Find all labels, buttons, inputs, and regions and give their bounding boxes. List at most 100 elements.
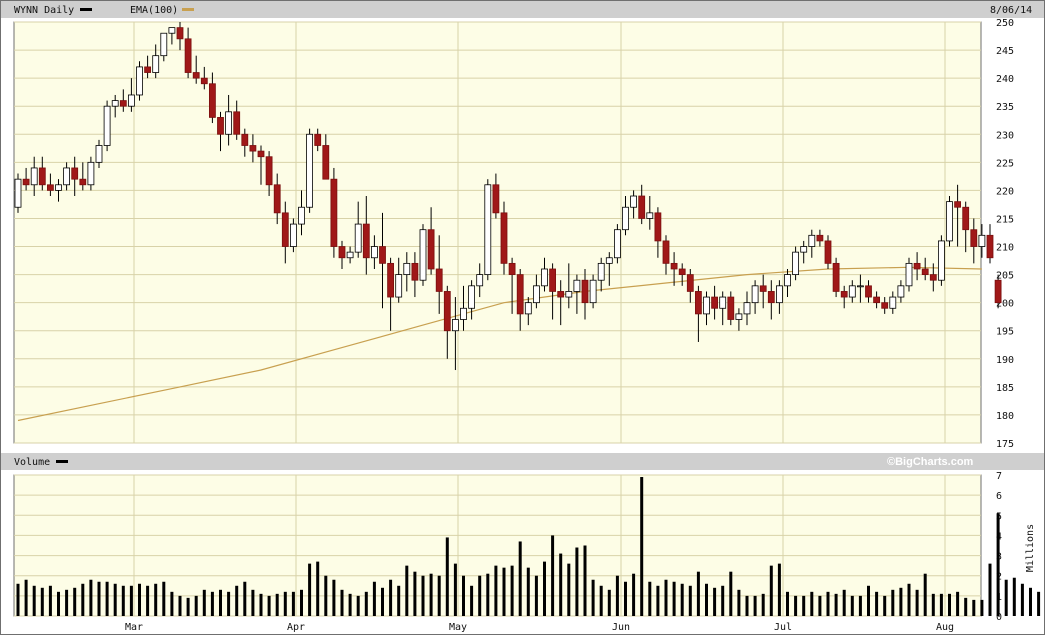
candle-body-down [760,286,766,292]
candle-body-down [363,224,369,258]
candle-body-up [525,303,531,314]
chart-canvas: WYNN Daily EMA(100) 8/06/14 175180185190… [0,0,1045,635]
candle-body-down [866,286,872,297]
candle-body-up [938,241,944,280]
volume-bar [697,572,700,616]
volume-bar [648,582,651,616]
volume-bar [527,568,530,616]
volume-bar [446,537,449,616]
volume-bar [656,586,659,616]
candle-body-down [687,275,693,292]
volume-bar [737,590,740,616]
price-tick-label: 225 [996,158,1014,169]
volume-bar [65,590,68,616]
candle-body-down [250,145,256,151]
volume-bar [956,592,959,616]
volume-bar [106,582,109,616]
candle-body-down [242,134,248,145]
volume-bar [519,541,522,616]
volume-bar [478,576,481,616]
volume-bar [324,576,327,616]
candle-body-up [88,162,94,184]
volume-bar [486,574,489,616]
candle-body-down [177,28,183,39]
candle-body-down [388,263,394,297]
volume-bar [430,574,433,616]
candle-body-up [96,145,102,162]
volume-bar [875,592,878,616]
x-tick-label: Jul [774,622,792,633]
candle [947,196,953,247]
candle-body-up [307,134,313,207]
volume-bar [713,588,716,616]
volume-bar [494,566,497,616]
x-tick-label: Jun [612,622,630,633]
volume-bar [567,564,570,616]
volume-bar [114,584,117,616]
volume-bar [964,598,967,616]
volume-bar [729,572,732,616]
volume-bar [575,548,578,616]
candle-body-down [339,247,345,258]
volume-bar [810,592,813,616]
price-tick-label: 195 [996,327,1014,338]
candle-body-up [590,280,596,302]
candle-body-down [930,275,936,281]
candle-body-up [720,297,726,308]
chart-date-label: 8/06/14 [990,5,1032,16]
candle-body-down [412,263,418,280]
volume-bar [543,562,546,616]
candle-body-up [15,179,21,207]
symbol-label: WYNN Daily [14,5,74,16]
volume-bar [462,576,465,616]
volume-bar [357,596,360,616]
volume-bar [454,564,457,616]
candle-body-down [193,73,199,79]
volume-bar [130,586,133,616]
volume-bar [916,590,919,616]
volume-bar [616,576,619,616]
candle-body-down [922,269,928,275]
candle-body-up [533,286,539,303]
candle [331,168,337,258]
candle-body-up [128,95,134,106]
candle-body-down [331,179,337,246]
candle-body-down [655,213,661,241]
volume-bar [624,582,627,616]
volume-bar [818,596,821,616]
candle-body-up [169,28,175,34]
candle-body-up [906,263,912,285]
candle-body-up [104,106,110,145]
stock-chart: WYNN Daily EMA(100) 8/06/14 175180185190… [0,0,1045,635]
candle-body-down [712,297,718,308]
candle-body-up [647,213,653,219]
volume-bar [195,596,198,616]
ema-legend-swatch [182,8,194,11]
candle-body-up [809,235,815,246]
candle-body-down [509,263,515,274]
candle-body-up [785,275,791,286]
volume-bar [592,580,595,616]
volume-bar [470,586,473,616]
candle-body-down [995,280,1001,302]
candle-body-down [501,213,507,264]
price-tick-label: 240 [996,74,1014,85]
volume-bar [154,584,157,616]
volume-bar [300,590,303,616]
candle-body-down [768,291,774,302]
volume-bar [535,576,538,616]
candle-body-up [420,230,426,281]
candle-body-down [558,291,564,297]
x-tick-label: Apr [287,622,305,633]
volume-bar [33,586,36,616]
volume-bar [138,584,141,616]
candle-body-down [185,39,191,73]
candle-body-up [485,185,491,275]
candle [614,224,620,263]
volume-bar [292,592,295,616]
volume-bar [559,554,562,616]
volume-bar [786,592,789,616]
candle-body-down [914,263,920,269]
volume-bar [413,572,416,616]
volume-bar [211,592,214,616]
